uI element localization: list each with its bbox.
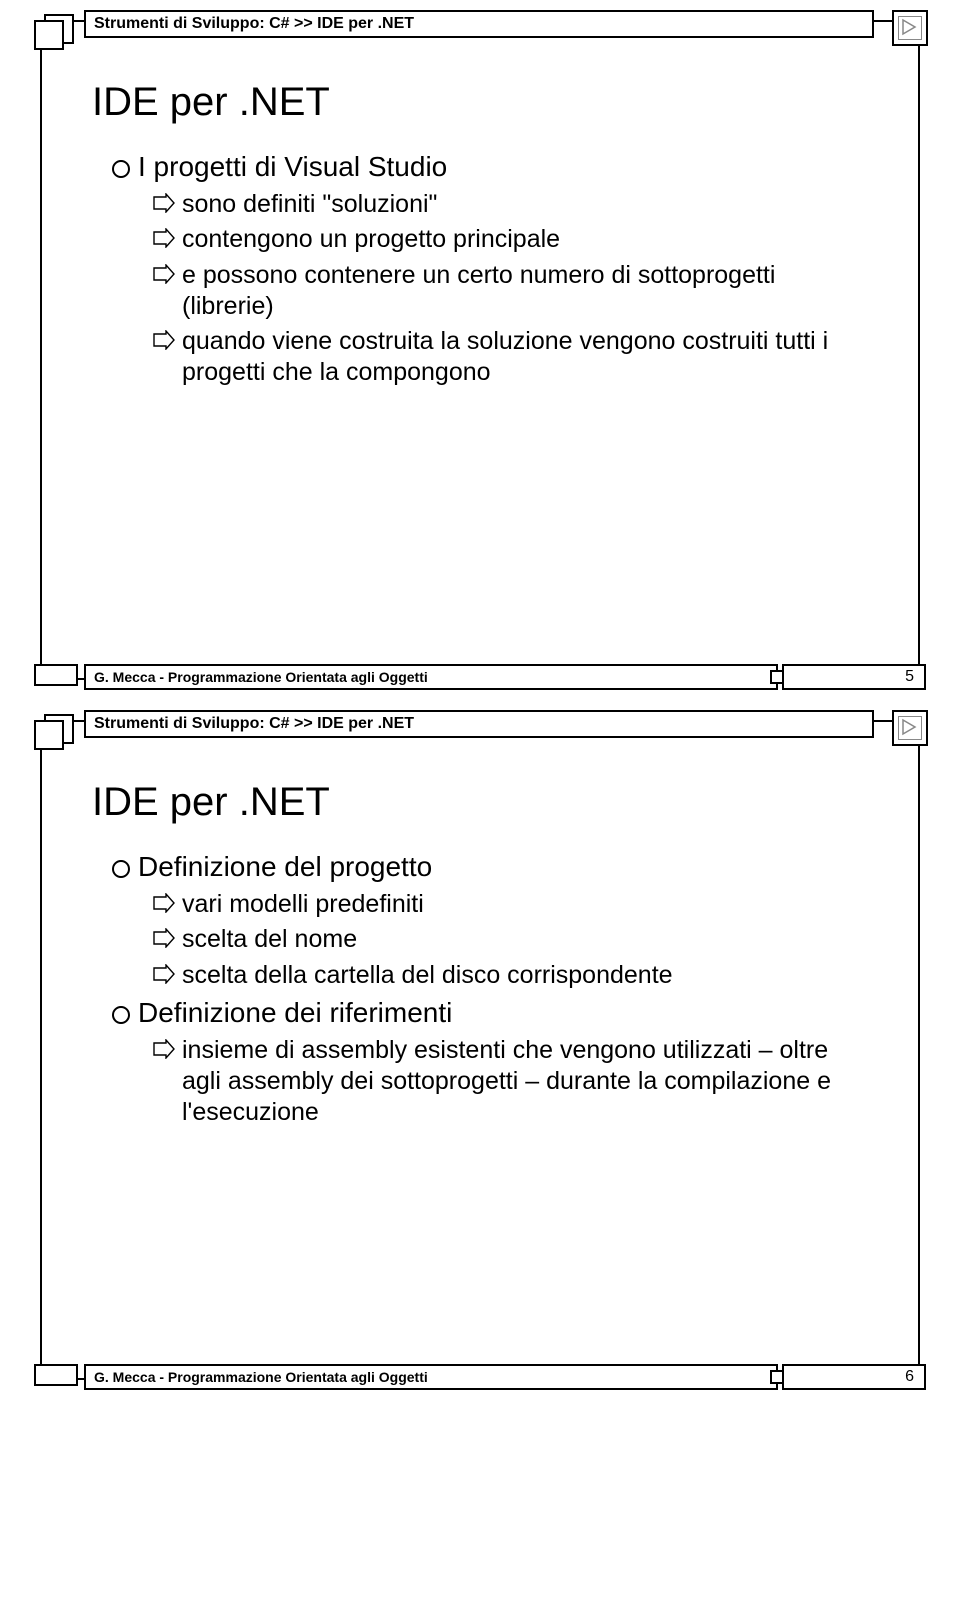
corner-decoration-bl <box>34 664 78 686</box>
play-icon <box>898 716 922 740</box>
arrow-icon <box>152 964 176 984</box>
bullet-level2: e possono contenere un certo numero di s… <box>152 260 868 323</box>
bullet-level2: contengono un progetto principale <box>152 224 868 255</box>
bullet-level2: scelta del nome <box>152 924 868 955</box>
corner-decoration-tl <box>34 714 74 742</box>
footer-text: G. Mecca - Programmazione Orientata agli… <box>94 1369 428 1385</box>
arrow-icon <box>152 264 176 284</box>
bullet-level2: quando viene costruita la soluzione veng… <box>152 326 868 389</box>
bullet-level2: insieme di assembly esistenti che vengon… <box>152 1035 868 1129</box>
bullet-level2: vari modelli predefiniti <box>152 889 868 920</box>
bullet-text: vari modelli predefiniti <box>182 890 424 918</box>
corner-decoration-tl <box>34 14 74 42</box>
footer: G. Mecca - Programmazione Orientata agli… <box>84 664 778 690</box>
slide: Strumenti di Sviluppo: C# >> IDE per .NE… <box>40 20 920 680</box>
arrow-icon <box>152 893 176 913</box>
page-number-box: 5 <box>782 664 926 690</box>
bullet-text: Definizione dei riferimenti <box>138 997 452 1028</box>
slide-frame: Strumenti di Sviluppo: C# >> IDE per .NE… <box>40 720 920 1380</box>
slide: Strumenti di Sviluppo: C# >> IDE per .NE… <box>40 720 920 1380</box>
bullet-text: insieme di assembly esistenti che vengon… <box>182 1036 831 1127</box>
next-slide-button[interactable] <box>892 10 928 46</box>
footer: G. Mecca - Programmazione Orientata agli… <box>84 1364 778 1390</box>
bullet-text: Definizione del progetto <box>138 851 432 882</box>
arrow-icon <box>152 330 176 350</box>
footer-text: G. Mecca - Programmazione Orientata agli… <box>94 669 428 685</box>
corner-decoration-bl <box>34 1364 78 1386</box>
arrow-icon <box>152 228 176 248</box>
bullet-level2: scelta della cartella del disco corrispo… <box>152 960 868 991</box>
page-number: 6 <box>905 1368 914 1386</box>
arrow-icon <box>152 193 176 213</box>
next-slide-button[interactable] <box>892 710 928 746</box>
breadcrumb: Strumenti di Sviluppo: C# >> IDE per .NE… <box>84 710 874 738</box>
slide-title: IDE per .NET <box>92 80 868 125</box>
bullet-text: sono definiti "soluzioni" <box>182 190 437 218</box>
slide-content: IDE per .NET I progetti di Visual Studio… <box>72 68 888 389</box>
bullet-text: scelta del nome <box>182 925 357 953</box>
page-number-box: 6 <box>782 1364 926 1390</box>
slide-title: IDE per .NET <box>92 780 868 825</box>
bullet-text: scelta della cartella del disco corrispo… <box>182 961 673 989</box>
bullet-level2: sono definiti "soluzioni" <box>152 189 868 220</box>
breadcrumb: Strumenti di Sviluppo: C# >> IDE per .NE… <box>84 10 874 38</box>
bullet-text: contengono un progetto principale <box>182 225 560 253</box>
play-icon <box>898 16 922 40</box>
breadcrumb-text: Strumenti di Sviluppo: C# >> IDE per .NE… <box>94 15 414 33</box>
slide-content: IDE per .NET Definizione del progetto va… <box>72 768 888 1129</box>
bullet-level1: Definizione dei riferimenti <box>112 997 868 1029</box>
arrow-icon <box>152 1039 176 1059</box>
arrow-icon <box>152 928 176 948</box>
bullet-level1: Definizione del progetto <box>112 851 868 883</box>
bullet-text: quando viene costruita la soluzione veng… <box>182 327 828 386</box>
bullet-level1: I progetti di Visual Studio <box>112 151 868 183</box>
page-number: 5 <box>905 668 914 686</box>
bullet-text: I progetti di Visual Studio <box>138 151 447 182</box>
bullet-text: e possono contenere un certo numero di s… <box>182 261 775 320</box>
slide-frame: Strumenti di Sviluppo: C# >> IDE per .NE… <box>40 20 920 680</box>
breadcrumb-text: Strumenti di Sviluppo: C# >> IDE per .NE… <box>94 715 414 733</box>
